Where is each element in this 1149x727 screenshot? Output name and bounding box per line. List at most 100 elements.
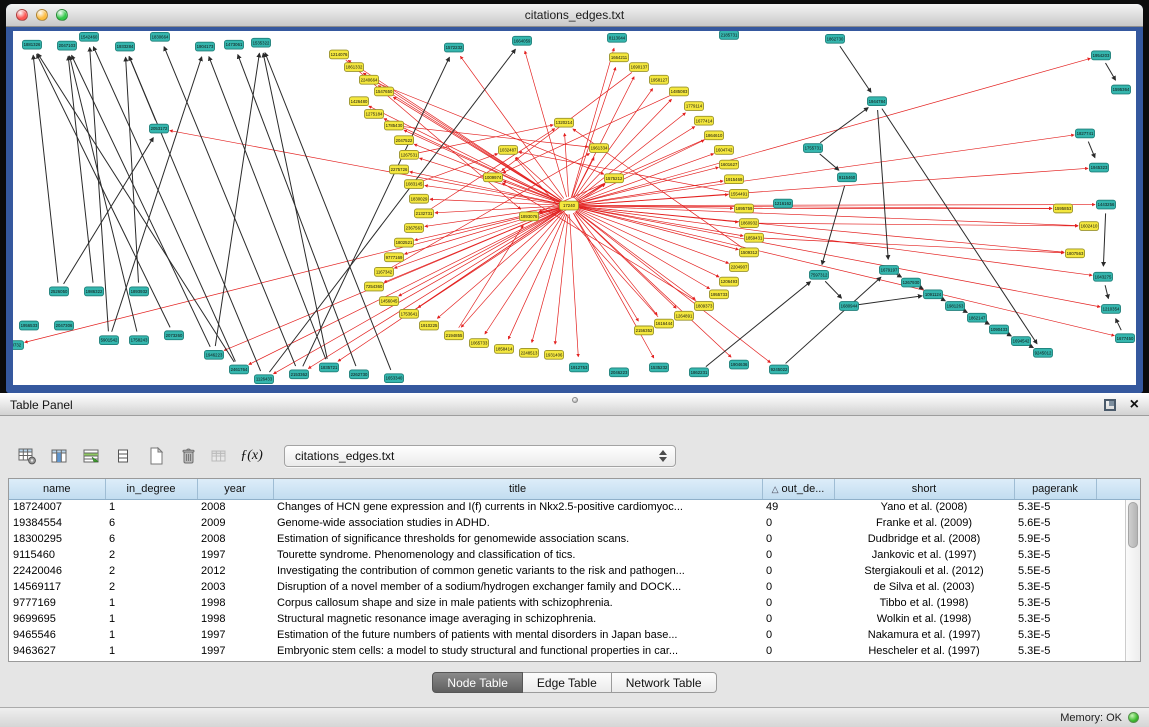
- network-node[interactable]: 1214076: [330, 50, 349, 59]
- network-node[interactable]: 2194855: [445, 331, 464, 340]
- network-node[interactable]: 1862147: [968, 313, 987, 322]
- tab-network-table[interactable]: Network Table: [612, 672, 717, 693]
- network-node[interactable]: 1904173: [196, 42, 215, 51]
- network-node[interactable]: 1616444: [655, 319, 674, 328]
- column-header-short[interactable]: short: [834, 479, 1014, 499]
- network-node[interactable]: 2248513: [520, 348, 539, 357]
- network-node[interactable]: 1944784: [868, 97, 887, 106]
- network-node[interactable]: 1267531: [400, 150, 419, 159]
- network-node[interactable]: 1664059: [513, 36, 532, 45]
- network-node[interactable]: 1043275: [1094, 272, 1113, 281]
- network-node[interactable]: 1167342: [375, 267, 394, 276]
- network-node[interactable]: 1809373: [695, 302, 714, 311]
- network-node[interactable]: 1785430: [385, 121, 404, 130]
- table-row[interactable]: 969969511998Structural magnetic resonanc…: [9, 611, 1140, 627]
- row-height-icon[interactable]: [110, 443, 137, 469]
- show-columns-icon[interactable]: [46, 443, 73, 469]
- network-node[interactable]: 2047306: [55, 321, 74, 330]
- delete-column-icon[interactable]: [174, 443, 201, 469]
- network-node[interactable]: 2047103: [58, 41, 77, 50]
- tab-edge-table[interactable]: Edge Table: [523, 672, 612, 693]
- network-node[interactable]: 1954203: [1092, 51, 1111, 60]
- network-node[interactable]: 2047522: [395, 136, 414, 145]
- network-node[interactable]: 1320214: [555, 118, 574, 127]
- network-node[interactable]: 1893076: [520, 212, 539, 221]
- network-node[interactable]: 2153362: [290, 370, 309, 379]
- network-node[interactable]: 1653340: [385, 374, 404, 383]
- network-node[interactable]: 1827741: [1076, 129, 1095, 138]
- table-settings-icon[interactable]: [14, 443, 41, 469]
- network-node[interactable]: 1859431: [745, 233, 764, 242]
- column-header-title[interactable]: title: [273, 479, 762, 499]
- network-node[interactable]: 1912753: [570, 363, 589, 372]
- network-node[interactable]: 2132731: [415, 209, 434, 218]
- close-button[interactable]: [16, 9, 28, 21]
- network-node[interactable]: 1679197: [880, 266, 899, 275]
- network-node[interactable]: 1473061: [225, 40, 244, 49]
- network-node[interactable]: 1680944: [840, 302, 859, 311]
- network-node[interactable]: 1931406: [545, 350, 564, 359]
- network-node[interactable]: 2526050: [50, 287, 69, 296]
- network-node[interactable]: 1210354: [1102, 305, 1121, 314]
- network-node[interactable]: 1216162: [774, 199, 793, 208]
- network-node[interactable]: 1535322: [252, 38, 271, 47]
- select-rows-icon[interactable]: [78, 443, 105, 469]
- network-node[interactable]: 1807563: [1066, 249, 1085, 258]
- network-node[interactable]: 1443256: [1097, 200, 1116, 209]
- network-node[interactable]: 2053172: [150, 124, 169, 133]
- network-node[interactable]: 1595853: [1054, 204, 1073, 213]
- network-node[interactable]: 1904636: [730, 360, 749, 369]
- network-node[interactable]: 1126433: [255, 375, 274, 384]
- network-node[interactable]: 1961334: [590, 144, 609, 153]
- network-node[interactable]: 7254360: [365, 282, 384, 291]
- network-node[interactable]: 1802521: [395, 238, 414, 247]
- network-node[interactable]: 1595364: [1112, 85, 1131, 94]
- network-node[interactable]: 1862730: [826, 34, 845, 43]
- network-node[interactable]: 1677450: [1116, 334, 1135, 343]
- network-table-selector[interactable]: citations_edges.txt: [284, 445, 676, 467]
- network-node[interactable]: 1910225: [420, 321, 439, 330]
- network-node[interactable]: 2461764: [230, 365, 249, 374]
- table-row[interactable]: 946554611997Estimation of the future num…: [9, 627, 1140, 643]
- network-node[interactable]: 1065733: [470, 339, 489, 348]
- table-row[interactable]: 1872400712008Changes of HCN gene express…: [9, 499, 1140, 515]
- network-node[interactable]: 1535232: [650, 363, 669, 372]
- network-node[interactable]: 1895759: [735, 204, 754, 213]
- network-node[interactable]: 1090433: [990, 325, 1009, 334]
- network-node[interactable]: 2204907: [730, 263, 749, 272]
- network-node[interactable]: 1893932: [130, 287, 149, 296]
- network-graph[interactable]: 1724012140761861332224066415476501426480…: [13, 31, 1136, 385]
- network-node[interactable]: 1755731: [804, 144, 823, 153]
- function-builder-icon[interactable]: ƒ(x): [238, 443, 265, 469]
- network-node[interactable]: 2156352: [635, 326, 654, 335]
- network-node[interactable]: 7597312: [810, 270, 829, 279]
- network-node[interactable]: 1694542: [1012, 337, 1031, 346]
- network-node[interactable]: 1206493: [720, 277, 739, 286]
- window-titlebar[interactable]: citations_edges.txt: [6, 4, 1143, 27]
- network-node[interactable]: 1753641: [400, 309, 419, 318]
- network-node[interactable]: 1830029: [410, 194, 429, 203]
- network-node[interactable]: 1575212: [605, 174, 624, 183]
- network-node[interactable]: 1485083: [670, 87, 689, 96]
- table-scrollbar[interactable]: [1125, 500, 1140, 661]
- network-node[interactable]: 1032487: [499, 146, 518, 155]
- network-view[interactable]: 1724012140761861332224066415476501426480…: [13, 31, 1136, 385]
- network-node[interactable]: 1830664: [151, 32, 170, 41]
- network-node[interactable]: 2262730: [350, 370, 369, 379]
- network-node[interactable]: 9245022: [770, 365, 789, 374]
- network-node[interactable]: 9777169: [385, 253, 404, 262]
- column-header-out-de[interactable]: △out_de...: [762, 479, 834, 499]
- network-node[interactable]: 1864610: [705, 131, 724, 140]
- network-node[interactable]: 1267930: [902, 278, 921, 287]
- tab-node-table[interactable]: Node Table: [432, 672, 523, 693]
- network-node[interactable]: 1572232: [445, 43, 464, 52]
- table-row[interactable]: 946362711997Embryonic stem cells: a mode…: [9, 643, 1140, 659]
- network-node[interactable]: 1958127: [650, 75, 669, 84]
- table-row[interactable]: 911546021997Tourette syndrome. Phenomeno…: [9, 547, 1140, 563]
- table-row[interactable]: 2242004622012Investigating the contribut…: [9, 563, 1140, 579]
- network-node[interactable]: 2046223: [610, 368, 629, 377]
- network-node[interactable]: 2240664: [360, 75, 379, 84]
- network-node[interactable]: 1554491: [730, 189, 749, 198]
- network-node[interactable]: 1945323: [1090, 163, 1109, 172]
- network-node[interactable]: 1690137: [630, 63, 649, 72]
